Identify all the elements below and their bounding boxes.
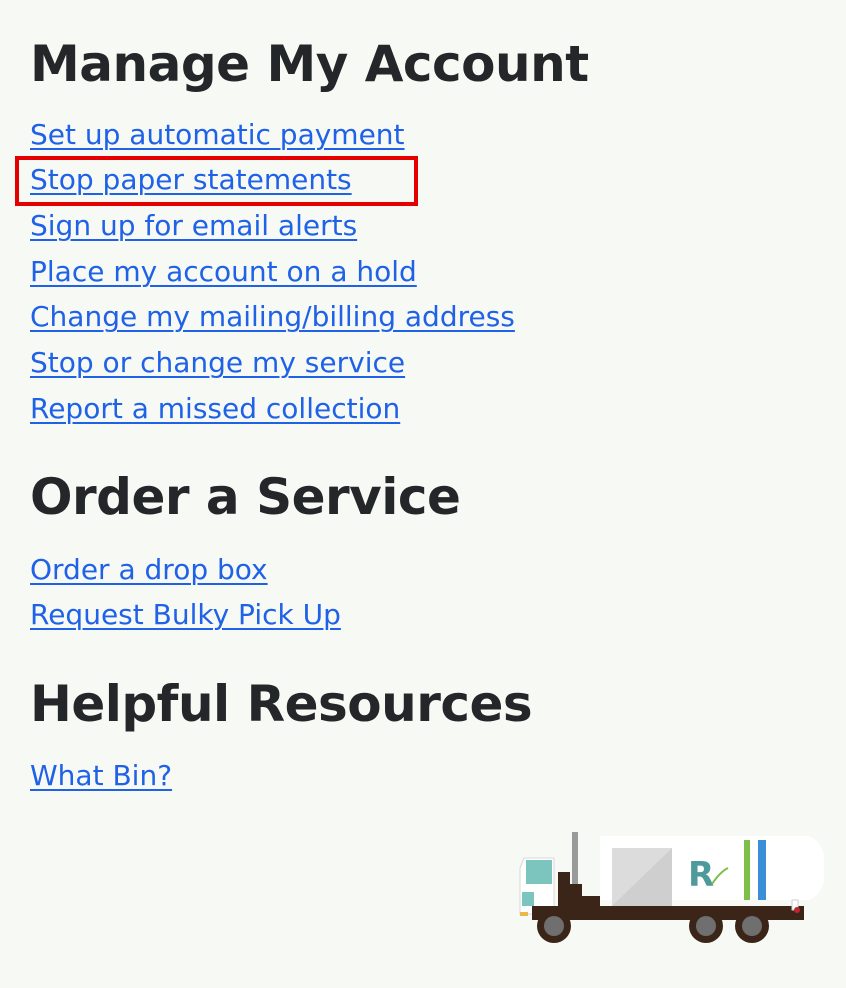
section-title-order-a-service: Order a Service: [30, 468, 461, 526]
order-drop-box-link[interactable]: Order a drop box: [30, 552, 268, 588]
garbage-truck-icon: R: [519, 832, 824, 943]
stop-or-change-service-link[interactable]: Stop or change my service: [30, 345, 405, 381]
section-title-manage-my-account: Manage My Account: [30, 35, 589, 93]
section-title-helpful-resources: Helpful Resources: [30, 675, 533, 733]
place-account-on-hold-link[interactable]: Place my account on a hold: [30, 254, 417, 290]
set-up-automatic-payment-link[interactable]: Set up automatic payment: [30, 117, 405, 153]
what-bin-link[interactable]: What Bin?: [30, 758, 172, 794]
svg-text:R: R: [688, 855, 714, 895]
highlight-box: [15, 156, 418, 206]
change-mailing-billing-address-link[interactable]: Change my mailing/billing address: [30, 299, 515, 335]
sign-up-email-alerts-link[interactable]: Sign up for email alerts: [30, 208, 357, 244]
report-missed-collection-link[interactable]: Report a missed collection: [30, 391, 400, 427]
request-bulky-pick-up-link[interactable]: Request Bulky Pick Up: [30, 597, 341, 633]
